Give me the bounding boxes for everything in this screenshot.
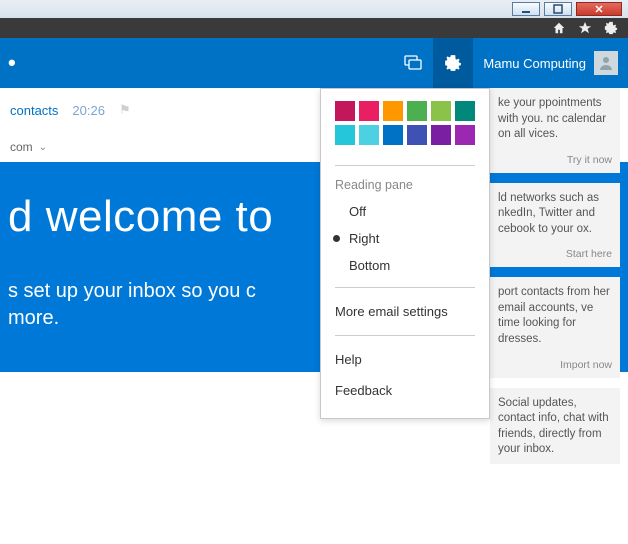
star-icon[interactable] bbox=[578, 21, 592, 35]
theme-swatch[interactable] bbox=[407, 101, 427, 121]
divider bbox=[335, 165, 475, 166]
theme-swatch[interactable] bbox=[383, 101, 403, 121]
divider bbox=[335, 287, 475, 288]
tip-card: Social updates, contact info, chat with … bbox=[490, 388, 620, 464]
tip-text: port contacts from her email accounts, v… bbox=[498, 285, 612, 347]
sender-fragment: com bbox=[10, 140, 33, 154]
contacts-link[interactable]: contacts bbox=[10, 103, 58, 118]
tip-text: ld networks such as nkedIn, Twitter and … bbox=[498, 191, 612, 238]
tip-cta[interactable]: Try it now bbox=[498, 153, 612, 167]
tip-card: port contacts from her email accounts, v… bbox=[490, 277, 620, 377]
theme-swatch[interactable] bbox=[383, 125, 403, 145]
theme-swatch[interactable] bbox=[431, 125, 451, 145]
divider bbox=[335, 335, 475, 336]
settings-dropdown: Reading pane Off Right Bottom More email s… bbox=[320, 88, 490, 419]
app-header: • Mamu Computing bbox=[0, 38, 628, 88]
flag-icon[interactable]: ⚑ bbox=[119, 102, 131, 118]
chevron-down-icon[interactable]: ⌄ bbox=[39, 142, 47, 153]
selected-dot-icon bbox=[333, 235, 340, 242]
option-label: Off bbox=[349, 204, 366, 219]
option-label: Right bbox=[349, 231, 379, 246]
avatar bbox=[594, 51, 618, 75]
theme-swatch[interactable] bbox=[407, 125, 427, 145]
reading-pane-option[interactable]: Right bbox=[321, 225, 489, 252]
feedback-link[interactable]: Feedback bbox=[321, 375, 489, 406]
more-email-settings-link[interactable]: More email settings bbox=[321, 296, 489, 327]
reading-pane-option[interactable]: Bottom bbox=[321, 252, 489, 279]
tip-text: ke your ppointments with you. nc calenda… bbox=[498, 96, 612, 143]
reading-pane-label: Reading pane bbox=[321, 174, 489, 198]
user-name-label: Mamu Computing bbox=[483, 56, 586, 71]
tip-card: ke your ppointments with you. nc calenda… bbox=[490, 88, 620, 173]
reading-pane-option[interactable]: Off bbox=[321, 198, 489, 225]
theme-swatch[interactable] bbox=[455, 101, 475, 121]
window-close-button[interactable] bbox=[576, 2, 622, 16]
theme-color-grid bbox=[321, 101, 489, 157]
tip-cta[interactable]: Start here bbox=[498, 247, 612, 261]
tips-column: ke your ppointments with you. nc calenda… bbox=[490, 88, 620, 464]
tip-text: Social updates, contact info, chat with … bbox=[498, 396, 612, 458]
browser-toolbar bbox=[0, 18, 628, 38]
theme-swatch[interactable] bbox=[431, 101, 451, 121]
theme-swatch[interactable] bbox=[359, 101, 379, 121]
user-menu[interactable]: Mamu Computing bbox=[473, 51, 628, 75]
theme-swatch[interactable] bbox=[359, 125, 379, 145]
window-minimize-button[interactable] bbox=[512, 2, 540, 16]
window-title-bar bbox=[0, 0, 628, 18]
help-link[interactable]: Help bbox=[321, 344, 489, 375]
home-icon[interactable] bbox=[552, 21, 566, 35]
tip-cta[interactable]: Import now bbox=[498, 358, 612, 372]
app-title: • bbox=[0, 50, 393, 76]
tip-card: ld networks such as nkedIn, Twitter and … bbox=[490, 183, 620, 268]
theme-swatch[interactable] bbox=[455, 125, 475, 145]
settings-gear-icon[interactable] bbox=[433, 38, 473, 88]
gear-icon[interactable] bbox=[604, 21, 618, 35]
window-maximize-button[interactable] bbox=[544, 2, 572, 16]
messaging-icon[interactable] bbox=[393, 38, 433, 88]
option-label: Bottom bbox=[349, 258, 390, 273]
theme-swatch[interactable] bbox=[335, 101, 355, 121]
theme-swatch[interactable] bbox=[335, 125, 355, 145]
timestamp: 20:26 bbox=[72, 103, 105, 118]
